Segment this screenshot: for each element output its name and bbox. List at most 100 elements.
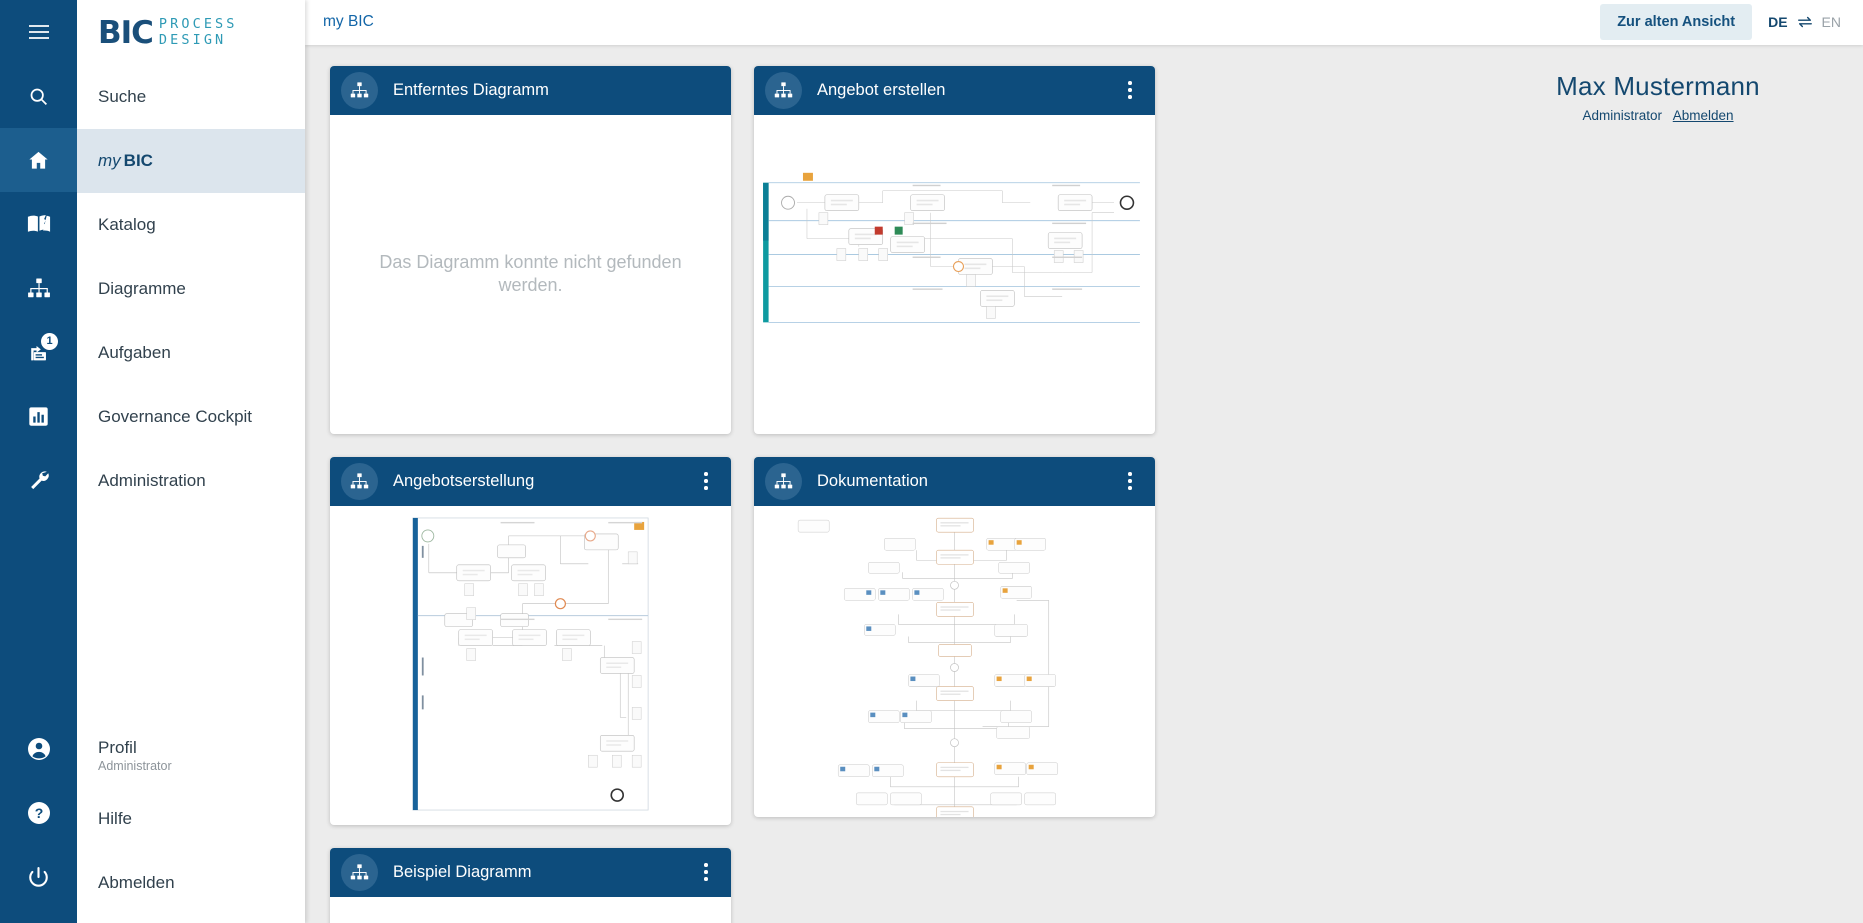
wrench-icon [28, 469, 50, 491]
language-switcher: DE EN [1768, 14, 1841, 30]
card-menu-icon[interactable] [693, 857, 719, 887]
rail-item-diagrams[interactable] [0, 256, 77, 320]
sitemap-icon [765, 71, 802, 109]
diagram-card-entferntes-diagramm[interactable]: Entferntes Diagramm Das Diagramm konnte … [330, 65, 731, 434]
sitemap-icon [27, 278, 51, 298]
sidebar-item-hilfe[interactable]: Hilfe [77, 787, 305, 851]
sidebar-item-administration[interactable]: Administration [77, 449, 305, 513]
rail-item-catalog[interactable] [0, 192, 77, 256]
card-title: Angebot erstellen [817, 80, 946, 99]
card-header: Entferntes Diagramm [330, 65, 731, 115]
book-icon [27, 213, 51, 235]
diagram-thumbnail [754, 115, 1155, 434]
rail-item-profile[interactable] [0, 717, 77, 781]
brand-subtitle: PROCESS DESIGN [158, 15, 238, 49]
sitemap-icon [341, 853, 378, 891]
lang-en[interactable]: EN [1822, 14, 1841, 30]
card-menu-icon[interactable] [1117, 466, 1143, 496]
tasks-badge: 1 [41, 333, 58, 350]
lang-de[interactable]: DE [1768, 14, 1787, 30]
rail-item-administration[interactable] [0, 448, 77, 512]
card-title: Angebotserstellung [393, 471, 535, 490]
sitemap-icon [341, 462, 378, 500]
sidebar: BIC PROCESS DESIGN Suche my BIC Katalog … [77, 0, 305, 923]
user-circle-icon [27, 737, 51, 761]
sidebar-item-katalog[interactable]: Katalog [77, 193, 305, 257]
user-name: Max Mustermann [1556, 70, 1760, 101]
card-menu-icon[interactable] [1117, 75, 1143, 105]
hamburger-icon [28, 24, 50, 40]
rail-item-tasks[interactable]: 1 [0, 320, 77, 384]
brand-line-1: PROCESS [158, 15, 238, 32]
card-body [754, 506, 1155, 817]
card-body [330, 506, 731, 825]
card-header: Angebot erstellen [754, 65, 1155, 115]
diagram-thumbnail: event (en) 1 (en) [330, 897, 731, 923]
topbar: my BIC Zur alten Ansicht DE EN [305, 0, 1863, 45]
diagram-card-beispiel-diagramm[interactable]: Beispiel Diagramm event (en) [330, 847, 731, 923]
sidebar-item-label: Diagramme [98, 279, 186, 298]
rail-item-search[interactable] [0, 64, 77, 128]
logout-link[interactable]: Abmelden [1673, 108, 1734, 123]
sitemap-icon [765, 462, 802, 500]
diagram-card-dokumentation[interactable]: Dokumentation [754, 456, 1155, 817]
old-view-button[interactable]: Zur alten Ansicht [1600, 4, 1753, 41]
diagram-card-angebot-erstellen[interactable]: Angebot erstellen [754, 65, 1155, 434]
card-menu-icon[interactable] [693, 466, 719, 496]
user-meta: Administrator Abmelden [1491, 108, 1825, 123]
sidebar-item-label: Profil [98, 737, 137, 757]
sidebar-item-my-bic[interactable]: my BIC [77, 129, 305, 193]
card-title: Beispiel Diagramm [393, 862, 532, 881]
svg-text:?: ? [34, 805, 43, 821]
sidebar-item-label: Hilfe [98, 809, 133, 828]
sidebar-item-label: Suche [98, 87, 147, 106]
sidebar-item-diagramme[interactable]: Diagramme [77, 257, 305, 321]
content-area: Entferntes Diagramm Das Diagramm konnte … [305, 45, 1863, 923]
rail-item-home[interactable] [0, 128, 77, 192]
card-header: Dokumentation [754, 456, 1155, 506]
topbar-actions: Zur alten Ansicht DE EN [1600, 4, 1841, 41]
sidebar-item-aufgaben[interactable]: Aufgaben [77, 321, 305, 385]
rail-item-help[interactable]: ? [0, 781, 77, 845]
card-body [754, 115, 1155, 434]
sidebar-item-label: Katalog [98, 215, 156, 234]
user-role: Administrator [1582, 107, 1662, 123]
help-circle-icon: ? [27, 801, 51, 825]
sidebar-item-label: Governance Cockpit [98, 407, 253, 426]
sidebar-item-label: Aufgaben [98, 343, 171, 362]
sidebar-item-governance-cockpit[interactable]: Governance Cockpit [77, 385, 305, 449]
diagram-card-angebotserstellung[interactable]: Angebotserstellung [330, 456, 731, 825]
rail-item-governance-cockpit[interactable] [0, 384, 77, 448]
brand-line-2: DESIGN [158, 31, 227, 48]
sidebar-item-sublabel: Administrator [98, 758, 172, 773]
sitemap-icon [341, 71, 378, 109]
card-body: Das Diagramm konnte nicht gefunden werde… [330, 115, 731, 434]
card-header: Angebotserstellung [330, 456, 731, 506]
sidebar-item-label: Abmelden [98, 873, 175, 892]
user-panel: Max Mustermann Administrator Abmelden [1491, 45, 1863, 923]
card-title: Dokumentation [817, 471, 928, 490]
brand-logo: BIC PROCESS DESIGN [77, 0, 305, 65]
sidebar-item-label-my: my [98, 151, 121, 170]
power-icon [27, 866, 50, 889]
diagram-card-grid: Entferntes Diagramm Das Diagramm konnte … [305, 45, 1491, 923]
sidebar-item-profil[interactable]: Profil Administrator [77, 723, 305, 787]
brand-name: BIC [98, 14, 154, 51]
menu-toggle-button[interactable] [0, 0, 77, 64]
sidebar-item-label-bic: BIC [123, 151, 153, 170]
main-region: my BIC Zur alten Ansicht DE EN Entfernte… [305, 0, 1863, 923]
icon-rail: 1 ? [0, 0, 77, 923]
diagram-thumbnail [754, 506, 1155, 817]
sidebar-item-abmelden[interactable]: Abmelden [77, 851, 305, 915]
breadcrumb[interactable]: my BIC [323, 13, 374, 31]
swap-arrows-icon[interactable] [1797, 15, 1813, 29]
rail-item-logout[interactable] [0, 845, 77, 909]
diagram-thumbnail [330, 506, 731, 825]
card-body: event (en) 1 (en) [330, 897, 731, 923]
home-icon [27, 149, 50, 172]
card-empty-message: Das Diagramm konnte nicht gefunden werde… [379, 251, 682, 296]
card-title: Entferntes Diagramm [393, 80, 549, 99]
chart-icon [28, 406, 49, 427]
sidebar-item-suche[interactable]: Suche [77, 65, 305, 129]
